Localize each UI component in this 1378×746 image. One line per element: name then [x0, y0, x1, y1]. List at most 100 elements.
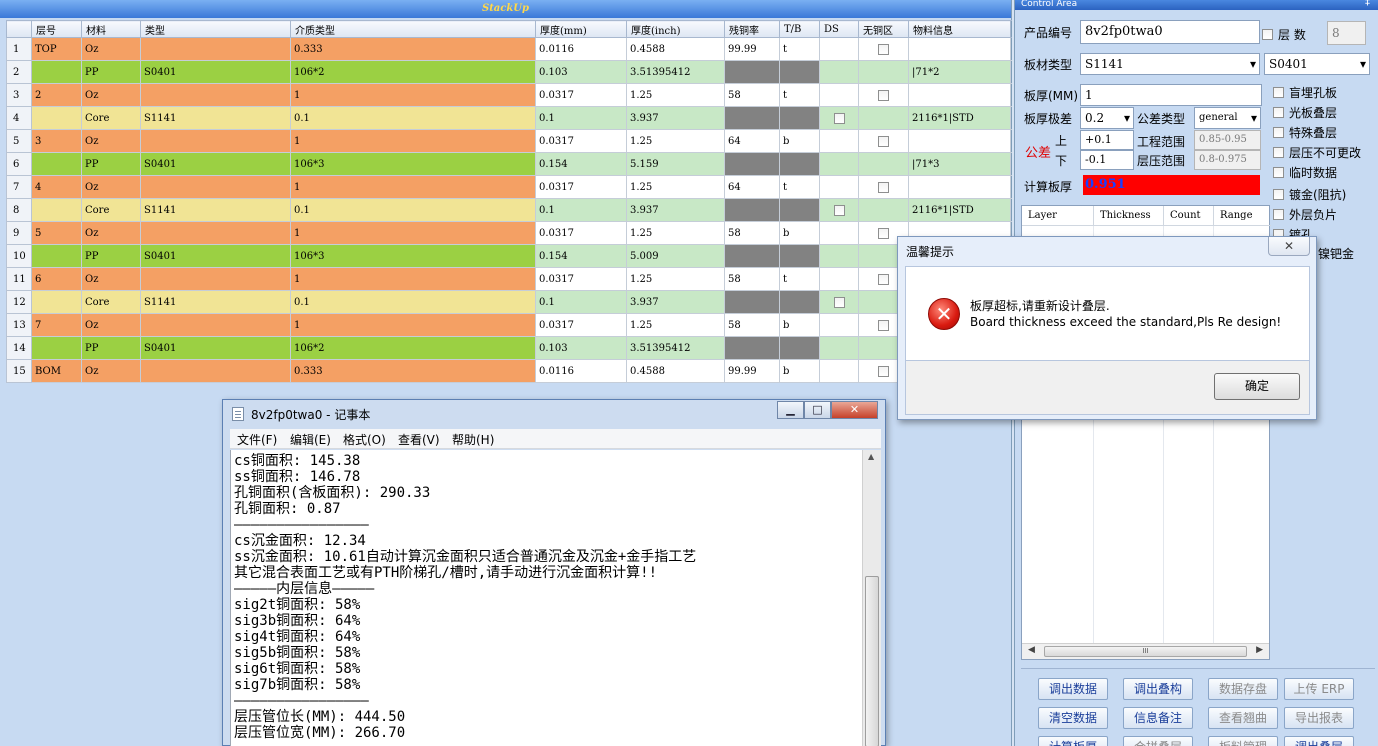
notepad-text-area[interactable]: cs铜面积: 145.38 ss铜面积: 146.78 孔铜面积(含板面积): 29…	[230, 450, 862, 746]
upload-erp-button[interactable]: 上传 ERP	[1284, 678, 1354, 700]
maximize-button[interactable]: □	[804, 401, 831, 419]
cell-medium[interactable]: 1	[290, 267, 536, 291]
cell-type[interactable]: S0401	[140, 152, 291, 176]
load-data-button[interactable]: 调出数据	[1038, 678, 1108, 700]
cell-no-copper[interactable]	[858, 37, 909, 61]
cell-layer[interactable]	[31, 290, 82, 314]
thickness-col-header[interactable]: Thickness	[1094, 206, 1164, 226]
col-header[interactable]: 残铜率	[724, 20, 780, 38]
cell-layer[interactable]	[31, 60, 82, 84]
row-number[interactable]: 12	[6, 290, 32, 314]
row-number[interactable]: 11	[6, 267, 32, 291]
cell-tb[interactable]: t	[779, 175, 820, 199]
cell-info[interactable]: 2116*1|STD	[908, 198, 1011, 222]
cell-res[interactable]	[724, 106, 780, 130]
cell-type[interactable]	[140, 129, 291, 153]
cell-medium[interactable]: 106*2	[290, 60, 536, 84]
cell-inch[interactable]: 3.937	[626, 106, 725, 130]
cell-mat[interactable]: Core	[81, 290, 141, 314]
no-copper-checkbox[interactable]	[878, 43, 889, 55]
cell-info[interactable]: |71*3	[908, 152, 1011, 176]
row-number[interactable]: 9	[6, 221, 32, 245]
cell-layer[interactable]	[31, 106, 82, 130]
cell-mat[interactable]: Core	[81, 198, 141, 222]
cell-mm[interactable]: 0.0317	[535, 313, 627, 337]
cell-layer[interactable]: BOM	[31, 359, 82, 383]
cell-tb[interactable]: b	[779, 221, 820, 245]
dialog-close-button[interactable]: ✕	[1268, 237, 1310, 256]
col-header[interactable]: T/B	[779, 20, 820, 38]
vertical-scrollbar[interactable]: ▲	[862, 450, 881, 746]
cell-inch[interactable]: 3.937	[626, 290, 725, 314]
cell-info[interactable]: 2116*1|STD	[908, 106, 1011, 130]
cell-no-copper[interactable]	[858, 129, 909, 153]
cell-inch[interactable]: 3.937	[626, 198, 725, 222]
cell-type[interactable]	[140, 313, 291, 337]
cell-medium[interactable]: 0.1	[290, 290, 536, 314]
layers-input[interactable]: 8	[1327, 21, 1366, 45]
table-row[interactable]: 11 6 Oz 1 0.0317 1.25 58 t	[6, 267, 1011, 291]
cell-tb[interactable]: t	[779, 37, 820, 61]
load-structure-button[interactable]: 调出叠构	[1123, 678, 1193, 700]
no-copper-checkbox[interactable]	[878, 319, 889, 331]
cell-tb[interactable]	[779, 198, 820, 222]
col-header[interactable]: 物料信息	[908, 20, 1011, 38]
tolerance-select[interactable]: 0.2	[1080, 107, 1134, 129]
cell-medium[interactable]: 1	[290, 83, 536, 107]
cell-mat[interactable]: Oz	[81, 359, 141, 383]
cell-type[interactable]: S1141	[140, 198, 291, 222]
cell-inch[interactable]: 3.51395412	[626, 60, 725, 84]
table-row[interactable]: 10 PP S0401 106*3 0.154 5.009	[6, 244, 1011, 268]
row-number[interactable]: 2	[6, 60, 32, 84]
cell-inch[interactable]: 1.25	[626, 129, 725, 153]
cell-medium[interactable]: 1	[290, 129, 536, 153]
cell-layer[interactable]: 3	[31, 129, 82, 153]
cell-layer[interactable]: 7	[31, 313, 82, 337]
cell-inch[interactable]: 0.4588	[626, 359, 725, 383]
scroll-thumb[interactable]	[865, 576, 879, 746]
cell-res[interactable]	[724, 152, 780, 176]
cell-mm[interactable]: 0.154	[535, 244, 627, 268]
col-header[interactable]: 厚度(mm)	[535, 20, 627, 38]
menu-edit[interactable]: 编辑(E)	[290, 431, 331, 448]
cell-medium[interactable]: 0.333	[290, 37, 536, 61]
col-header[interactable]: 无铜区	[858, 20, 909, 38]
cell-medium[interactable]: 0.1	[290, 106, 536, 130]
table-row[interactable]: 15 BOM Oz 0.333 0.0116 0.4588 99.99 b	[6, 359, 1011, 383]
export-report-button[interactable]: 导出报表	[1284, 707, 1354, 729]
cell-mm[interactable]: 0.1	[535, 198, 627, 222]
scroll-left-icon[interactable]: ◀	[1028, 645, 1035, 655]
cell-mat[interactable]: PP	[81, 336, 141, 360]
cell-mat[interactable]: Oz	[81, 313, 141, 337]
press-range-input[interactable]: 0.8-0.975	[1194, 150, 1261, 170]
cell-mm[interactable]: 0.1	[535, 290, 627, 314]
cell-info[interactable]	[908, 129, 1011, 153]
cell-res[interactable]: 58	[724, 221, 780, 245]
row-number[interactable]: 4	[6, 106, 32, 130]
cell-res[interactable]: 99.99	[724, 359, 780, 383]
cell-mat[interactable]: Oz	[81, 221, 141, 245]
layers-checkbox[interactable]: 层 数	[1262, 26, 1306, 43]
cell-mm[interactable]: 0.103	[535, 60, 627, 84]
info-note-button[interactable]: 信息备注	[1123, 707, 1193, 729]
col-header[interactable]: 材料	[81, 20, 141, 38]
cell-tb[interactable]	[779, 290, 820, 314]
row-number[interactable]: 3	[6, 83, 32, 107]
row-number[interactable]: 10	[6, 244, 32, 268]
cell-tb[interactable]	[779, 60, 820, 84]
checkbox-gold-plating[interactable]: 镀金(阻抗)	[1273, 186, 1346, 203]
table-row[interactable]: 12 Core S1141 0.1 0.1 3.937	[6, 290, 1011, 314]
checkbox-blind-via[interactable]: 盲埋孔板	[1273, 84, 1337, 101]
table-row[interactable]: 5 3 Oz 1 0.0317 1.25 64 b	[6, 129, 1011, 153]
ds-checkbox[interactable]	[833, 204, 845, 216]
cell-tb[interactable]	[779, 106, 820, 130]
cell-res[interactable]	[724, 290, 780, 314]
menu-help[interactable]: 帮助(H)	[452, 431, 494, 448]
lower-tolerance-input[interactable]: -0.1	[1080, 150, 1134, 170]
cell-medium[interactable]: 1	[290, 313, 536, 337]
cell-mm[interactable]: 0.0317	[535, 267, 627, 291]
cell-res[interactable]: 64	[724, 175, 780, 199]
cell-tb[interactable]: t	[779, 267, 820, 291]
cell-medium[interactable]: 0.333	[290, 359, 536, 383]
cell-inch[interactable]: 5.009	[626, 244, 725, 268]
